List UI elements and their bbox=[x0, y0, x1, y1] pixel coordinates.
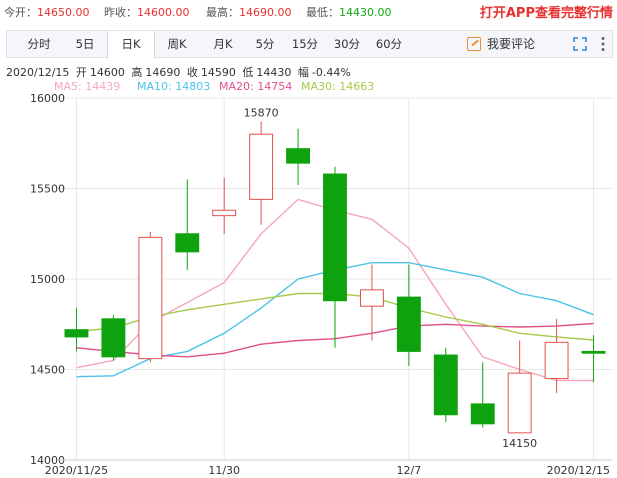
candle-down bbox=[396, 296, 421, 352]
legend-ma20: MA20: 14754 bbox=[219, 80, 292, 93]
legend-ma30: MA30: 14663 bbox=[301, 80, 374, 93]
candle-down bbox=[470, 403, 495, 425]
legend-ma10: MA10: 14803 bbox=[137, 80, 210, 93]
extreme-value-label: 15870 bbox=[244, 107, 279, 120]
candle-down bbox=[581, 350, 606, 354]
x-tick-label: 11/30 bbox=[208, 464, 240, 477]
candle-up bbox=[212, 209, 237, 217]
x-tick-label: 2020/11/25 bbox=[45, 464, 108, 477]
candle-down bbox=[286, 148, 311, 164]
y-tick-label: 15500 bbox=[30, 183, 65, 196]
x-tick-label: 2020/12/15 bbox=[547, 464, 610, 477]
candle-up bbox=[249, 133, 274, 200]
extreme-value-label: 14150 bbox=[502, 437, 537, 450]
candlestick-chart[interactable]: 14000145001500015500160002020/11/25 11/30… bbox=[0, 0, 617, 478]
candle-up bbox=[138, 236, 163, 360]
legend-ma5: MA5: 14439 bbox=[54, 80, 120, 93]
candle-up bbox=[359, 289, 384, 307]
y-tick-label: 16000 bbox=[30, 92, 65, 105]
y-tick-label: 14500 bbox=[30, 364, 65, 377]
candle-down bbox=[323, 173, 347, 302]
candles bbox=[64, 121, 606, 434]
legend: MA5: 14439 MA10: 14803 MA20: 14754 MA30: 14… bbox=[54, 80, 374, 93]
candle-down bbox=[64, 329, 89, 338]
y-tick-label: 15000 bbox=[30, 273, 65, 286]
candle-down bbox=[101, 318, 126, 358]
candle-down bbox=[433, 354, 458, 416]
candle-up bbox=[507, 372, 532, 434]
x-tick-label: 12/7 bbox=[397, 464, 422, 477]
candle-up bbox=[544, 341, 569, 380]
candle-down bbox=[175, 233, 200, 253]
